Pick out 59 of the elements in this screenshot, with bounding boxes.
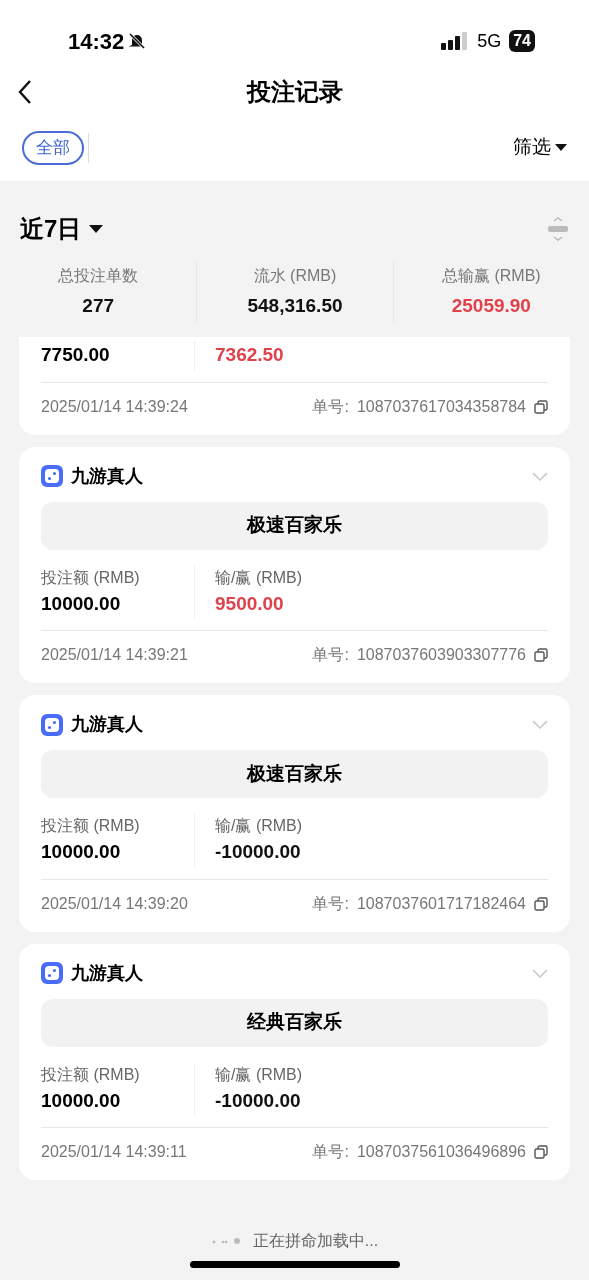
- stake-amount: 7750.00: [41, 343, 111, 367]
- copy-icon[interactable]: [534, 399, 548, 414]
- bet-time: 2025/01/14 14:39:21: [41, 645, 188, 665]
- order-number: 1087037561036496896: [356, 1142, 526, 1162]
- network-type: 5G: [477, 29, 502, 53]
- clock-time: 14:32: [68, 27, 125, 56]
- bet-time: 2025/01/14 14:39:11: [41, 1142, 187, 1162]
- stat-label: 流水 (RMB): [253, 265, 337, 286]
- bet-time: 2025/01/14 14:39:24: [41, 396, 188, 417]
- stat-label: 总输赢 (RMB): [442, 265, 541, 286]
- result-amount: 9500.00: [215, 591, 285, 616]
- order-label: 单号:: [312, 893, 349, 914]
- stat-value: 548,316.50: [247, 293, 343, 318]
- provider-name: 九游真人: [71, 713, 143, 736]
- back-icon[interactable]: [18, 79, 32, 105]
- filter-button[interactable]: 筛选: [513, 133, 567, 162]
- dice-icon: [41, 962, 63, 984]
- copy-icon[interactable]: [534, 896, 548, 911]
- caret-icon: [89, 224, 104, 234]
- stake-label: 投注额 (RMB): [41, 567, 141, 588]
- copy-icon[interactable]: [534, 1145, 548, 1159]
- bet-time: 2025/01/14 14:39:20: [41, 893, 188, 914]
- result-label: 输/赢 (RMB): [215, 1064, 303, 1085]
- provider-name: 九游真人: [71, 961, 143, 985]
- provider-name: 九游真人: [71, 464, 143, 488]
- order-label: 单号:: [312, 645, 349, 665]
- result-label: 输/赢 (RMB): [215, 816, 303, 836]
- game-name: 经典百家乐: [41, 998, 548, 1047]
- dice-icon: [41, 465, 63, 487]
- stake-amount: 10000.00: [41, 840, 122, 864]
- order-number: 1087037617034358784: [356, 396, 526, 417]
- period-selector[interactable]: 近7日: [20, 211, 104, 247]
- result-label: 输/赢 (RMB): [215, 567, 303, 588]
- stake-amount: 10000.00: [41, 591, 122, 616]
- stat-label: 总投注单数: [58, 265, 139, 286]
- loading-dots-icon: [210, 1237, 241, 1245]
- loading-text: 正在拼命加载中...: [252, 1231, 379, 1251]
- stat-value: 25059.90: [451, 293, 531, 318]
- stake-label: 投注额 (RMB): [41, 816, 141, 836]
- game-name: 极速百家乐: [41, 750, 548, 798]
- battery-level: 74: [509, 30, 535, 52]
- page-title: 投注记录: [246, 77, 343, 107]
- result-amount: -10000.00: [215, 840, 302, 864]
- filter-chip[interactable]: 全部: [22, 130, 84, 165]
- dice-icon: [41, 713, 63, 736]
- stake-amount: 10000.00: [41, 1088, 122, 1113]
- order-number: 1087037603903307776: [356, 645, 526, 665]
- copy-icon[interactable]: [534, 648, 548, 662]
- caret-icon: [555, 143, 567, 152]
- game-name: 极速百家乐: [41, 501, 548, 550]
- order-number: 1087037601717182464: [356, 893, 526, 914]
- signal-icon: [441, 32, 470, 50]
- order-label: 单号:: [312, 1142, 349, 1162]
- order-label: 单号:: [312, 396, 349, 417]
- muted-bell-icon: [128, 32, 147, 50]
- result-amount: -10000.00: [215, 1088, 302, 1113]
- result-amount: 7362.50: [215, 343, 284, 367]
- stake-label: 投注额 (RMB): [41, 1064, 141, 1085]
- stat-value: 277: [82, 293, 114, 318]
